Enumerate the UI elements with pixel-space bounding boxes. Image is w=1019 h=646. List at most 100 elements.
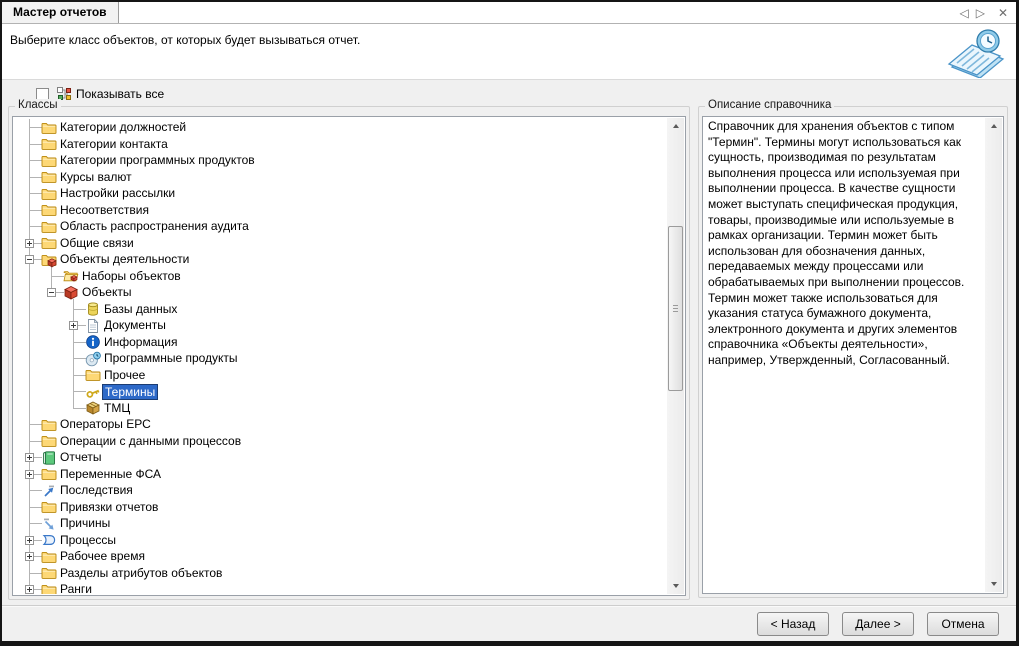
close-icon[interactable]: ✕: [998, 6, 1008, 20]
tree-item-label: Отчеты: [58, 449, 103, 466]
tree-item-label: Объекты: [80, 284, 134, 301]
tree-item-label: Операторы ЕРС: [58, 416, 153, 433]
folder-icon: [41, 169, 57, 185]
tree-item-label: Разделы атрибутов объектов: [58, 565, 224, 582]
process-icon: [41, 532, 57, 548]
tree-item-label: Программные продукты: [102, 350, 240, 367]
scroll-down-button[interactable]: [985, 576, 1002, 592]
tree-scrollbar[interactable]: [667, 118, 684, 594]
tree-item-label: Объекты деятельности: [58, 251, 191, 268]
classes-tree[interactable]: Категории должностейКатегории контактаКа…: [12, 116, 686, 596]
tree-item-label: Операции с данными процессов: [58, 433, 243, 450]
tree-item-label: Настройки рассылки: [58, 185, 177, 202]
tree-item[interactable]: ТМЦ: [14, 400, 667, 417]
tree-item-label: Ранги: [58, 581, 94, 594]
box-gold-icon: [85, 400, 101, 416]
tree-item[interactable]: Настройки рассылки: [14, 185, 667, 202]
scroll-up-button[interactable]: [985, 118, 1002, 134]
tree-item-label: Документы: [102, 317, 168, 334]
description-textbox: Справочник для хранения объектов с типом…: [702, 116, 1004, 594]
footer-separator: [2, 605, 1016, 607]
folder-icon: [41, 565, 57, 581]
scroll-down-button[interactable]: [667, 578, 684, 594]
tree-item[interactable]: Прочее: [14, 367, 667, 384]
tree-item[interactable]: Переменные ФСА: [14, 466, 667, 483]
expand-plus-icon[interactable]: [25, 552, 34, 561]
expand-plus-icon[interactable]: [25, 453, 34, 462]
tab-scroll-right-icon[interactable]: ▷: [976, 6, 985, 20]
folder-cube-icon: [41, 252, 57, 268]
tree-item[interactable]: Категории контакта: [14, 136, 667, 153]
expand-plus-icon[interactable]: [25, 470, 34, 479]
tree-item-label: Базы данных: [102, 301, 179, 318]
tree-item[interactable]: Категории должностей: [14, 119, 667, 136]
tree-item[interactable]: Курсы валют: [14, 169, 667, 186]
folder-icon: [41, 136, 57, 152]
tree-item[interactable]: Процессы: [14, 532, 667, 549]
tree-item[interactable]: Рабочее время: [14, 548, 667, 565]
document-icon: [85, 318, 101, 334]
expand-plus-icon[interactable]: [25, 239, 34, 248]
folder-icon: [41, 120, 57, 136]
folder-icon: [41, 549, 57, 565]
folder-icon: [41, 466, 57, 482]
tree-item[interactable]: Разделы атрибутов объектов: [14, 565, 667, 582]
tree-item[interactable]: Несоответствия: [14, 202, 667, 219]
expand-plus-icon[interactable]: [25, 585, 34, 594]
tree-item-label: Наборы объектов: [80, 268, 183, 285]
tree-item[interactable]: Объекты деятельности: [14, 251, 667, 268]
tab-scroll-left-icon[interactable]: ◁: [959, 6, 968, 20]
classes-groupbox-title: Классы: [15, 99, 61, 111]
cancel-button[interactable]: Отмена: [927, 612, 999, 636]
tree-item[interactable]: Наборы объектов: [14, 268, 667, 285]
tree-item-label: ТМЦ: [102, 400, 132, 417]
tab-report-wizard[interactable]: Мастер отчетов: [2, 2, 119, 23]
tree-item[interactable]: Ранги: [14, 581, 667, 594]
arrow-up-right-icon: [41, 483, 57, 499]
tree-item[interactable]: Отчеты: [14, 449, 667, 466]
scroll-up-button[interactable]: [667, 118, 684, 134]
folder-icon: [41, 219, 57, 235]
tree-item[interactable]: Общие связи: [14, 235, 667, 252]
tree-item[interactable]: Привязки отчетов: [14, 499, 667, 516]
tree-item[interactable]: Последствия: [14, 482, 667, 499]
expand-plus-icon[interactable]: [25, 536, 34, 545]
tree-item-label: Причины: [58, 515, 112, 532]
folder-icon: [41, 433, 57, 449]
tree-item-label: Область распространения аудита: [58, 218, 251, 235]
description-text: Справочник для хранения объектов с типом…: [705, 118, 984, 591]
collapse-minus-icon[interactable]: [47, 288, 56, 297]
tree-item[interactable]: Программные продукты: [14, 350, 667, 367]
tree-item[interactable]: Операторы ЕРС: [14, 416, 667, 433]
next-button[interactable]: Далее >: [842, 612, 914, 636]
show-all-label[interactable]: Показывать все: [76, 87, 164, 101]
tree-item[interactable]: Документы: [14, 317, 667, 334]
tree-item[interactable]: Область распространения аудита: [14, 218, 667, 235]
description-scrollbar[interactable]: [985, 118, 1002, 592]
tree-item-label: Переменные ФСА: [58, 466, 163, 483]
cube-red-icon: [63, 285, 79, 301]
collapse-minus-icon[interactable]: [25, 255, 34, 264]
folder-icon: [85, 367, 101, 383]
tree-item[interactable]: Операции с данными процессов: [14, 433, 667, 450]
folder-icon: [41, 235, 57, 251]
tree-item[interactable]: Базы данных: [14, 301, 667, 318]
tree-item[interactable]: Причины: [14, 515, 667, 532]
tree-item[interactable]: Информация: [14, 334, 667, 351]
tree-item[interactable]: Категории программных продуктов: [14, 152, 667, 169]
software-icon: [85, 351, 101, 367]
description-groupbox: Описание справочника Справочник для хран…: [698, 106, 1008, 598]
tree-item[interactable]: Термины: [14, 383, 667, 400]
expand-plus-icon[interactable]: [69, 321, 78, 330]
instruction-text: Выберите класс объектов, от которых буде…: [10, 33, 360, 47]
tab-bar: Мастер отчетов ◁ ▷ ✕: [2, 2, 1016, 24]
back-button[interactable]: < Назад: [757, 612, 829, 636]
tree-item-label: Последствия: [58, 482, 135, 499]
wizard-header: Выберите класс объектов, от которых буде…: [2, 24, 1016, 79]
scroll-thumb[interactable]: [668, 226, 683, 391]
tab-nav-controls: ◁ ▷ ✕: [959, 2, 1008, 23]
folder-icon: [41, 202, 57, 218]
classes-groupbox: Классы Категории должностейКатегории кон…: [8, 106, 690, 600]
tree-item[interactable]: Объекты: [14, 284, 667, 301]
tree-item-label: Общие связи: [58, 235, 136, 252]
